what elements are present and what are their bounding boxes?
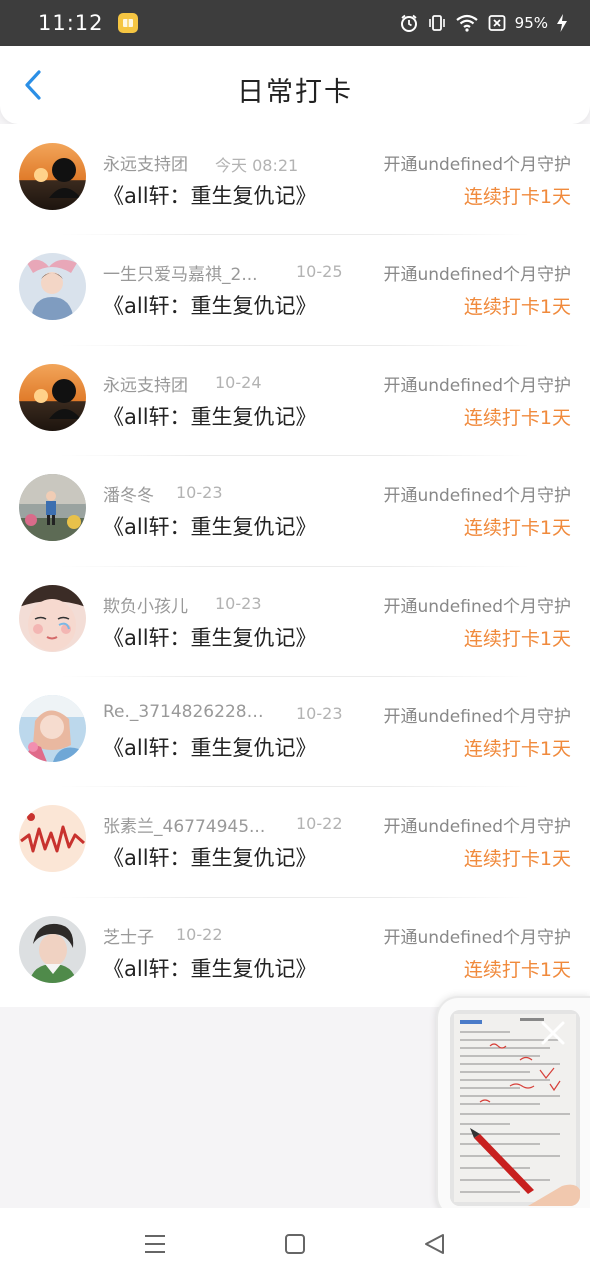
guard-status: 开通undefined个月守护 xyxy=(383,817,571,838)
username: 永远支持团 xyxy=(103,155,188,175)
guard-status: 开通undefined个月守护 xyxy=(383,155,571,175)
book-title[interactable]: 《all轩：重生复仇记》 xyxy=(103,290,317,320)
checkin-time: 今天 08:21 xyxy=(215,156,299,175)
vibrate-icon xyxy=(427,13,447,33)
menu-icon[interactable] xyxy=(141,1230,169,1258)
guard-status: 开通undefined个月守护 xyxy=(383,375,571,396)
checkin-time: 10-24 xyxy=(215,372,262,392)
book-title[interactable]: 《all轩：重生复仇记》 xyxy=(103,401,317,431)
book-title[interactable]: 《all轩：重生复仇记》 xyxy=(103,622,317,652)
checkin-streak: 连续打卡1天 xyxy=(463,737,571,760)
system-navigation-bar xyxy=(0,1208,590,1280)
guard-status: 开通undefined个月守护 xyxy=(383,706,571,727)
checkin-streak: 连续打卡1天 xyxy=(463,517,571,540)
username: Re._37148262287... xyxy=(103,701,273,722)
list-item[interactable]: 永远支持团 今天 08:21 《all轩：重生复仇记》 开通undefined个… xyxy=(0,124,590,234)
checkin-time: 10-22 xyxy=(176,924,223,944)
avatar[interactable] xyxy=(19,253,86,321)
floating-video-window[interactable] xyxy=(436,996,590,1218)
status-bar: 11:12 95% xyxy=(0,0,590,46)
top-app-bar: 日常打卡 xyxy=(0,46,590,124)
avatar[interactable] xyxy=(19,143,86,210)
alarm-icon xyxy=(399,13,419,33)
list-item[interactable]: 潘冬冬 10-23 《all轩：重生复仇记》 开通undefined个月守护 连… xyxy=(0,455,590,565)
list-item[interactable]: 欺负小孩儿 10-23 《all轩：重生复仇记》 开通undefined个月守护… xyxy=(0,565,590,676)
checkin-streak: 连续打卡1天 xyxy=(463,186,571,208)
checkin-streak: 连续打卡1天 xyxy=(463,296,571,319)
checkin-streak: 连续打卡1天 xyxy=(463,627,571,650)
close-icon[interactable] xyxy=(540,1020,566,1046)
avatar[interactable] xyxy=(19,694,86,762)
status-time: 11:12 xyxy=(38,11,104,35)
checkin-streak: 连续打卡1天 xyxy=(463,848,571,871)
book-title[interactable]: 《all轩：重生复仇记》 xyxy=(103,511,317,541)
username: 潘冬冬 xyxy=(103,486,154,507)
checkin-time: 10-23 xyxy=(215,593,262,613)
checkin-time: 10-23 xyxy=(296,703,343,723)
guard-status: 开通undefined个月守护 xyxy=(383,596,571,617)
username: 欺负小孩儿 xyxy=(103,596,188,617)
list-item[interactable]: 张素兰_46774945... 10-22 《all轩：重生复仇记》 开通und… xyxy=(0,786,590,896)
no-sim-icon xyxy=(487,13,507,33)
checkin-time: 10-23 xyxy=(176,483,223,503)
home-square-icon[interactable] xyxy=(281,1230,309,1258)
guard-status: 开通undefined个月守护 xyxy=(383,265,571,286)
username: 芝士子 xyxy=(103,927,154,948)
list-item[interactable]: 芝士子 10-22 《all轩：重生复仇记》 开通undefined个月守护 连… xyxy=(0,896,590,1007)
avatar[interactable] xyxy=(19,584,86,652)
guard-status: 开通undefined个月守护 xyxy=(383,486,571,507)
battery-level: 95% xyxy=(514,14,548,32)
checkin-list: 永远支持团 今天 08:21 《all轩：重生复仇记》 开通undefined个… xyxy=(0,124,590,1008)
list-item[interactable]: 永远支持团 10-24 《all轩：重生复仇记》 开通undefined个月守护… xyxy=(0,344,590,455)
page-title: 日常打卡 xyxy=(237,77,353,108)
username: 一生只爱马嘉祺_2... xyxy=(103,265,258,286)
checkin-streak: 连续打卡1天 xyxy=(463,406,571,429)
app-notification-icon xyxy=(117,13,138,33)
checkin-time: 10-25 xyxy=(296,262,343,282)
avatar[interactable] xyxy=(19,363,86,431)
avatar[interactable] xyxy=(19,915,86,983)
guard-status: 开通undefined个月守护 xyxy=(383,927,571,948)
avatar[interactable] xyxy=(19,805,86,873)
book-title[interactable]: 《all轩：重生复仇记》 xyxy=(103,953,317,983)
back-triangle-icon[interactable] xyxy=(421,1230,449,1258)
avatar[interactable] xyxy=(19,474,86,542)
checkin-streak: 连续打卡1天 xyxy=(463,958,571,981)
list-item[interactable]: 一生只爱马嘉祺_2... 10-25 《all轩：重生复仇记》 开通undefi… xyxy=(0,234,590,344)
charging-icon xyxy=(556,13,568,33)
wifi-icon xyxy=(455,13,479,33)
list-item[interactable]: Re._37148262287... 10-23 《all轩：重生复仇记》 开通… xyxy=(0,675,590,786)
book-title[interactable]: 《all轩：重生复仇记》 xyxy=(103,732,317,762)
checkin-time: 10-22 xyxy=(296,814,343,834)
username: 永远支持团 xyxy=(103,375,188,396)
book-title[interactable]: 《all轩：重生复仇记》 xyxy=(103,842,317,872)
book-title[interactable]: 《all轩：重生复仇记》 xyxy=(103,180,317,210)
username: 张素兰_46774945... xyxy=(103,817,266,838)
